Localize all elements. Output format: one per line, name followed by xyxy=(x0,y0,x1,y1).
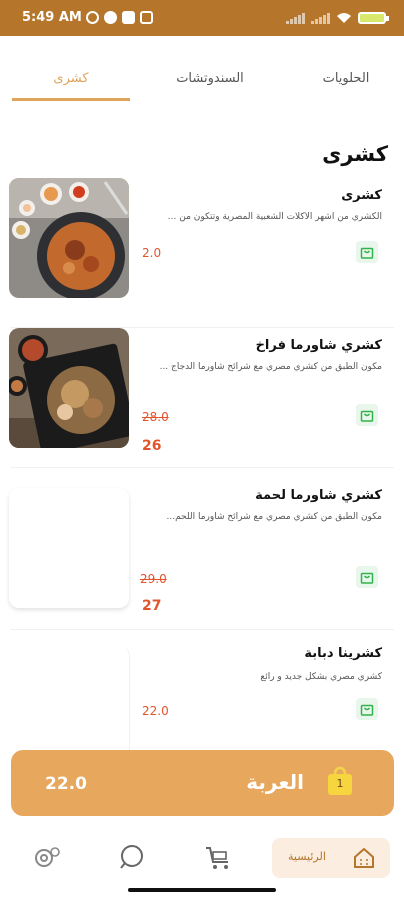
product-old-price: 28.0 xyxy=(142,410,169,424)
product-price: 22.0 xyxy=(142,704,169,718)
alarm-icon xyxy=(86,11,99,24)
signal-icon xyxy=(286,12,305,24)
tab-koshari[interactable]: كشرى xyxy=(12,60,130,102)
product-price: 26 xyxy=(142,438,162,454)
add-to-cart-button[interactable] xyxy=(356,404,378,426)
product-image xyxy=(9,646,130,750)
product-name: كشرى xyxy=(341,188,382,203)
add-to-cart-button[interactable] xyxy=(356,566,378,588)
shopping-bag-icon xyxy=(360,704,374,716)
cart-label: العربة xyxy=(246,770,304,794)
cart-bag-icon: 1 xyxy=(326,766,354,796)
product-image xyxy=(9,178,129,298)
status-bar: 5:49 AM xyxy=(0,0,404,36)
gesture-bar xyxy=(128,888,276,892)
nav-home[interactable]: الرئيسية xyxy=(272,838,390,878)
product-card[interactable]: كشرى الكشري من أشهر الأكلات الشعبية المص… xyxy=(0,178,404,328)
product-image xyxy=(9,488,129,608)
battery-icon xyxy=(358,12,389,24)
product-price: 27 xyxy=(142,598,162,614)
nav-search[interactable] xyxy=(114,840,154,876)
view-cart-bar[interactable]: 22.0 العربة 1 xyxy=(11,750,394,816)
shopping-bag-icon xyxy=(360,247,374,259)
cart-icon xyxy=(206,847,228,869)
cart-total: 22.0 xyxy=(45,774,87,794)
system-icons xyxy=(286,12,389,24)
add-to-cart-button[interactable] xyxy=(356,698,378,720)
cart-count-badge: 1 xyxy=(336,777,344,790)
divider xyxy=(10,629,394,630)
bottom-navigation: الرئيسية xyxy=(0,832,404,884)
shopping-bag-icon xyxy=(360,410,374,422)
tab-desserts[interactable]: الحلويات xyxy=(296,60,396,102)
home-icon xyxy=(354,848,374,868)
product-name: كشري شاورما لحمة xyxy=(255,488,382,503)
category-tabs: الحلويات السندوتشات كشرى xyxy=(0,60,404,102)
nav-settings[interactable] xyxy=(28,840,68,876)
product-card[interactable]: كشري شاورما لحمة مكون الطبق من كشري مصري… xyxy=(0,488,404,630)
nav-cart[interactable] xyxy=(200,840,240,876)
product-description: كشري مصري بشكل جديد و رائع xyxy=(260,672,382,682)
wifi-icon xyxy=(337,13,351,23)
message-notification-icon xyxy=(122,11,135,24)
notification-icons xyxy=(86,11,153,24)
tab-sandwiches[interactable]: السندوتشات xyxy=(150,60,270,102)
active-tab-indicator xyxy=(12,98,130,101)
add-to-cart-button[interactable] xyxy=(356,241,378,263)
search-icon xyxy=(120,845,143,869)
divider xyxy=(10,467,394,468)
product-card[interactable]: كشري شاورما فراخ مكون الطبق من كشري مصري… xyxy=(0,328,404,468)
product-description: مكون الطبق من كشري مصري مع شرائح شاورما … xyxy=(166,512,383,522)
product-name: كشرينا دبابة xyxy=(304,646,382,661)
product-description: مكون الطبق من كشري مصري مع شرائح شاورما … xyxy=(159,362,382,372)
status-time: 5:49 AM xyxy=(22,10,82,25)
settings-icon xyxy=(35,847,60,867)
nav-home-label: الرئيسية xyxy=(288,850,326,863)
media-notification-icon xyxy=(140,11,153,24)
product-name: كشري شاورما فراخ xyxy=(255,338,382,353)
product-image xyxy=(9,328,129,448)
app-notification-icon xyxy=(104,11,117,24)
product-card[interactable]: كشرينا دبابة كشري مصري بشكل جديد و رائع … xyxy=(0,646,404,750)
product-description: الكشري من أشهر الأكلات الشعبية المصرية و… xyxy=(167,212,382,222)
product-price: 2.0 xyxy=(142,246,162,260)
product-old-price: 29.0 xyxy=(140,572,167,586)
shopping-bag-icon xyxy=(360,572,374,584)
signal-2-icon xyxy=(311,12,330,24)
section-title: كشرى xyxy=(322,142,388,166)
